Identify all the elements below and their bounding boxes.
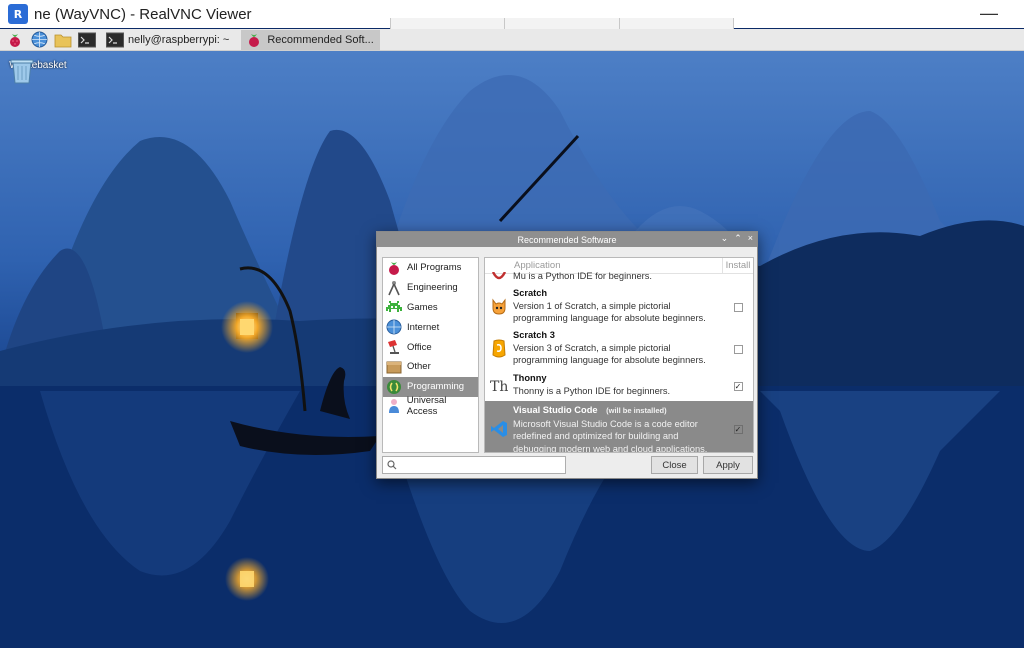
file-manager-icon[interactable] bbox=[54, 31, 72, 49]
app-name: Scratch bbox=[513, 288, 548, 298]
recommended-software-dialog: Recommended Software ⌄ ⌃ × All Programs … bbox=[376, 231, 758, 479]
app-description: Thonny is a Python IDE for beginners. bbox=[513, 385, 671, 396]
task-terminal[interactable]: nelly@raspberrypi: ~ bbox=[102, 30, 235, 50]
install-checkbox[interactable]: ✓ bbox=[733, 381, 743, 391]
app-row-thonny[interactable]: Th Thonny Thonny is a Python IDE for beg… bbox=[485, 372, 753, 400]
raspberry-menu-icon[interactable] bbox=[6, 31, 24, 49]
minimize-button[interactable]: — bbox=[980, 3, 998, 24]
chevron-down-icon[interactable]: ⌄ bbox=[721, 233, 729, 244]
app-name: Visual Studio Code bbox=[513, 405, 598, 415]
compass-icon bbox=[385, 279, 403, 297]
category-label: Engineering bbox=[407, 282, 458, 294]
app-name: Scratch 3 bbox=[513, 330, 555, 340]
scratch-cat-icon bbox=[485, 287, 513, 327]
category-label: All Programs bbox=[407, 262, 462, 274]
svg-text:Th: Th bbox=[490, 379, 508, 394]
chevron-up-icon[interactable]: ⌃ bbox=[734, 233, 742, 244]
window-title: ne (WayVNC) - RealVNC Viewer bbox=[34, 5, 252, 23]
dialog-title: Recommended Software bbox=[517, 234, 617, 245]
close-button[interactable]: Close bbox=[651, 456, 698, 474]
apply-button[interactable]: Apply bbox=[703, 456, 753, 474]
code-icon bbox=[385, 378, 403, 396]
app-description: Version 1 of Scratch, a simple pictorial… bbox=[513, 300, 706, 324]
category-label: Programming bbox=[407, 381, 465, 393]
category-all-programs[interactable]: All Programs bbox=[383, 258, 478, 278]
search-icon bbox=[387, 460, 397, 470]
category-other[interactable]: Other bbox=[383, 357, 478, 377]
task-label: Recommended Soft... bbox=[267, 33, 374, 46]
install-checkbox[interactable] bbox=[733, 344, 743, 354]
install-checkbox[interactable]: ✓ bbox=[733, 424, 743, 434]
desktop-icon-wastebasket[interactable]: Wastebasket bbox=[8, 57, 68, 84]
app-row-visual-studio-code[interactable]: Visual Studio Code (will be installed) M… bbox=[485, 401, 753, 453]
raspberry-icon bbox=[245, 31, 263, 49]
search-input[interactable] bbox=[382, 456, 566, 474]
globe-icon bbox=[385, 318, 403, 336]
thonny-icon: Th bbox=[485, 372, 513, 400]
install-checkbox[interactable] bbox=[733, 302, 743, 312]
person-icon bbox=[385, 397, 403, 415]
task-label: nelly@raspberrypi: ~ bbox=[128, 33, 230, 46]
category-label: Office bbox=[407, 341, 432, 353]
install-status-note: (will be installed) bbox=[606, 406, 667, 415]
terminal-icon bbox=[106, 31, 124, 49]
application-list[interactable]: Application Install Mu is a Python IDE f… bbox=[484, 257, 754, 453]
app-description: Version 3 of Scratch, a simple pictorial… bbox=[513, 342, 706, 366]
app-row-scratch[interactable]: Scratch Version 1 of Scratch, a simple p… bbox=[485, 287, 753, 327]
app-name: Thonny bbox=[513, 373, 547, 383]
box-icon bbox=[385, 358, 403, 376]
close-icon[interactable]: × bbox=[748, 233, 753, 244]
app-description: Mu is a Python IDE for beginners. bbox=[513, 271, 653, 281]
category-label: Universal Access bbox=[406, 395, 447, 418]
task-recommended-software[interactable]: Recommended Soft... bbox=[241, 29, 380, 50]
taskbar: nelly@raspberrypi: ~ Recommended Soft... bbox=[0, 29, 1024, 51]
app-description: Microsoft Visual Studio Code is a code e… bbox=[513, 418, 708, 453]
category-engineering[interactable]: Engineering bbox=[383, 278, 478, 298]
desk-lamp-icon bbox=[385, 338, 403, 356]
category-label: Internet bbox=[407, 321, 440, 333]
dialog-title-bar[interactable]: Recommended Software ⌄ ⌃ × bbox=[377, 232, 757, 247]
category-label: Games bbox=[407, 301, 438, 313]
terminal-icon[interactable] bbox=[78, 31, 96, 49]
wastebasket-icon bbox=[10, 59, 34, 84]
category-games[interactable]: Games bbox=[383, 298, 478, 318]
scratch3-icon bbox=[485, 329, 513, 369]
app-row-mu[interactable]: Mu is a Python IDE for beginners. bbox=[485, 270, 753, 284]
app-row-scratch-3[interactable]: Scratch 3 Version 3 of Scratch, a simple… bbox=[485, 329, 753, 369]
vscode-icon bbox=[485, 404, 513, 452]
mu-icon bbox=[485, 270, 513, 284]
category-internet[interactable]: Internet bbox=[383, 317, 478, 337]
category-programming[interactable]: Programming bbox=[383, 376, 478, 397]
category-list: All Programs Engineering Games Internet … bbox=[382, 257, 479, 453]
realvnc-logo-icon: R bbox=[8, 4, 28, 24]
category-office[interactable]: Office bbox=[383, 337, 478, 357]
category-label: Other bbox=[407, 361, 431, 373]
space-invader-icon bbox=[385, 298, 403, 316]
web-browser-icon[interactable] bbox=[30, 31, 48, 49]
raspberry-icon bbox=[385, 259, 403, 277]
category-universal-access[interactable]: Universal Access bbox=[383, 395, 478, 418]
